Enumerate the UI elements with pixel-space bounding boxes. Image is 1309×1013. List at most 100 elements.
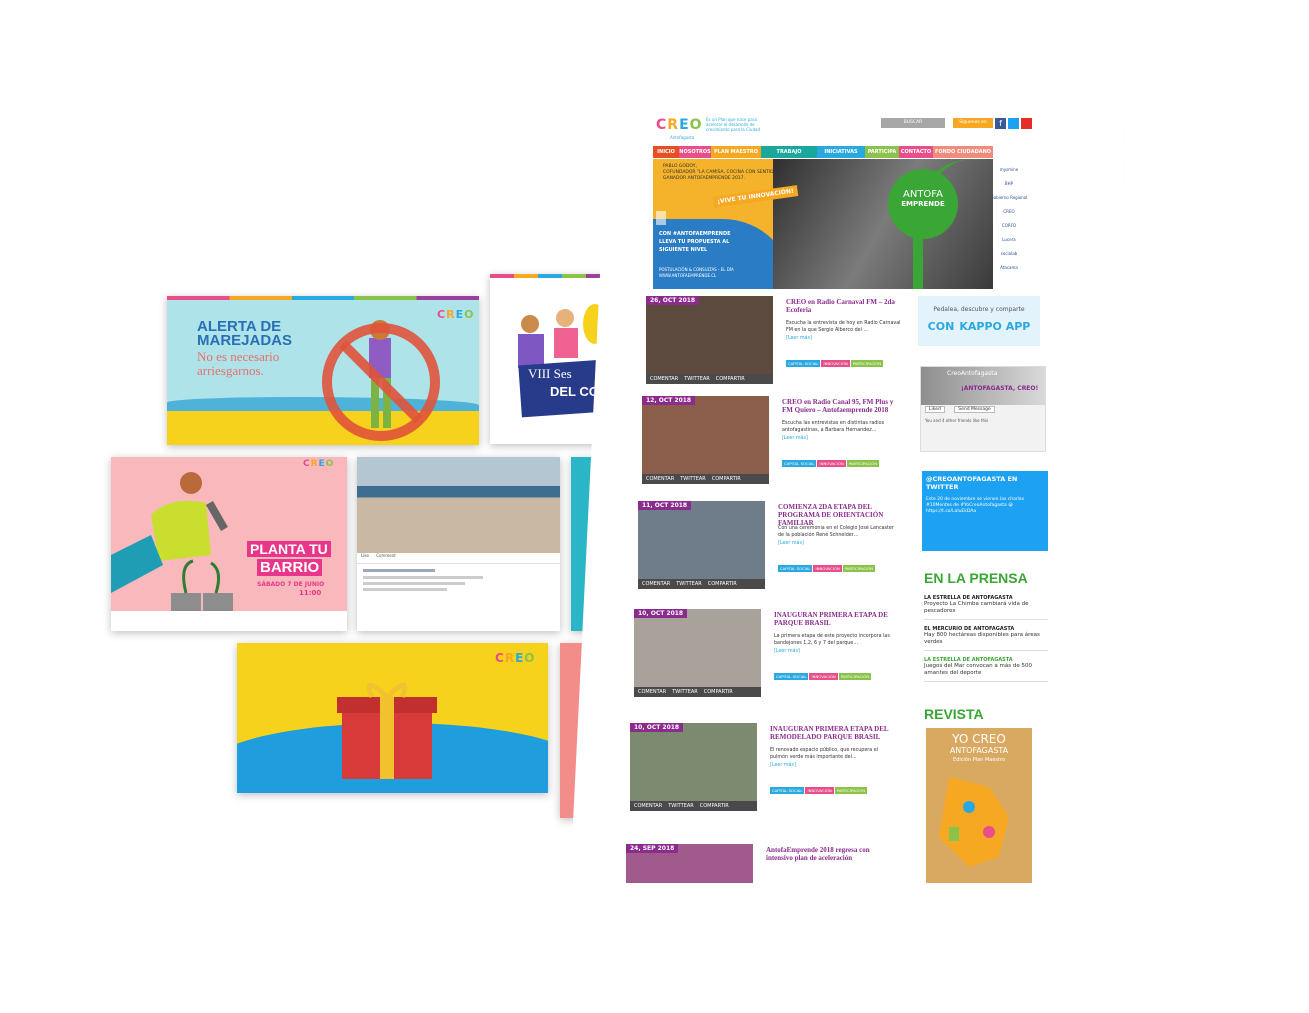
tag-badge[interactable]: INNOVACIÓN — [821, 360, 850, 367]
post-item[interactable]: 26, OCT 2018 CREO en Radio Carnaval FM – … — [646, 296, 916, 392]
tag-badge[interactable]: CAPITAL SOCIAL — [782, 460, 817, 467]
twitter-share-button[interactable]: TWITTEAR — [680, 476, 706, 482]
press-item[interactable]: LA ESTRELLA DE ANTOFAGASTA Juegos del Mar… — [924, 655, 1048, 682]
comment-button[interactable]: COMENTAR — [642, 581, 670, 587]
nav-item[interactable]: INICIO — [653, 146, 679, 158]
tag-badge[interactable]: CAPITAL SOCIAL — [774, 673, 809, 680]
post-item[interactable]: 10, OCT 2018 INAUGURAN PRIMERA ETAPA DEL … — [630, 723, 900, 819]
twitter-share-button[interactable]: TWITTEAR — [668, 803, 694, 809]
nav-item[interactable]: FONDO CIUDADANO — [933, 146, 993, 158]
sponsor-logo: CORFO — [1001, 223, 1017, 228]
post-photo[interactable] — [646, 296, 773, 374]
share-button[interactable]: COMPARTIR — [708, 581, 737, 587]
card-planta-barrio[interactable]: PLANTA TU BARRIO SÁBADO 7 DE JUNIO 11:00… — [111, 457, 347, 631]
tag-badge[interactable]: CAPITAL SOCIAL — [786, 360, 821, 367]
twitter-widget-tweet: Este 20 de noviembre se vienen las charl… — [926, 497, 1025, 514]
read-more-link[interactable]: [Leer más] — [786, 336, 812, 341]
read-more-link[interactable]: [Leer más] — [782, 436, 808, 441]
tag-badge[interactable]: PARTICIPACIÓN — [842, 565, 876, 572]
share-button[interactable]: COMPARTIR — [700, 803, 729, 809]
fb-send-button[interactable]: Send Message — [954, 406, 995, 413]
tag-badge[interactable]: INNOVACIÓN — [817, 460, 846, 467]
twitter-share-button[interactable]: TWITTEAR — [676, 581, 702, 587]
twitter-widget[interactable]: @CREOANTOFAGASTA EN TWITTER Este 20 de n… — [922, 471, 1048, 551]
card-facebook-photo[interactable]: Like Comment — [357, 457, 560, 631]
post-item[interactable]: 24, SEP 2018 AntofaEmprende 2018 regresa … — [626, 844, 896, 883]
site-tagline: Es un Plan que nace para acelerar el des… — [706, 117, 760, 132]
press-headline[interactable]: Hay 800 hectáreas disponibles para áreas… — [924, 632, 1048, 646]
share-button[interactable]: COMPARTIR — [712, 476, 741, 482]
tag-badge[interactable]: INNOVACIÓN — [805, 787, 834, 794]
card-sesion[interactable]: VIII Ses DEL CO — [490, 274, 610, 444]
read-more-link[interactable]: [Leer más] — [778, 541, 804, 546]
post-title[interactable]: INAUGURAN PRIMERA ETAPA DE PARQUE BRASIL — [774, 611, 896, 627]
hero-banner[interactable]: PABLO GODOY, COFUNDADOR "LA CAMISA, COCI… — [653, 159, 1035, 289]
nav-item[interactable]: CONTACTO — [899, 146, 933, 158]
facebook-icon[interactable]: f — [995, 118, 1006, 129]
tag-badge[interactable]: PARTICIPACIÓN — [838, 673, 872, 680]
post-tags: CAPITAL SOCIAL INNOVACIÓN PARTICIPACIÓN — [786, 350, 884, 369]
press-headline[interactable]: Juegos del Mar convocan a más de 500 ama… — [924, 663, 1048, 677]
post-title[interactable]: COMIENZA 2DA ETAPA DEL PROGRAMA DE ORIEN… — [778, 503, 900, 527]
twitter-widget-title: @CREOANTOFAGASTA EN TWITTER — [926, 475, 1018, 491]
main-nav: INICIONOSOTROSPLAN MAESTROTRABAJO CIUDAD… — [653, 146, 1036, 167]
twitter-share-button[interactable]: TWITTEAR — [672, 689, 698, 695]
nav-item[interactable]: NOSOTROS — [679, 146, 711, 158]
banner-line1: VIII Ses — [528, 366, 572, 381]
like-tab[interactable]: Like — [361, 553, 369, 558]
tag-badge[interactable]: CAPITAL SOCIAL — [778, 565, 813, 572]
post-photo[interactable] — [642, 396, 769, 474]
press-item[interactable]: EL MERCURIO DE ANTOFAGASTA Hay 800 hectár… — [924, 624, 1048, 651]
post-photo[interactable] — [638, 501, 765, 579]
post-item[interactable]: 10, OCT 2018 INAUGURAN PRIMERA ETAPA DE P… — [634, 609, 904, 705]
comment-button[interactable]: COMENTAR — [650, 376, 678, 382]
press-headline[interactable]: Proyecto La Chimba cambiará vida de pesc… — [924, 601, 1048, 615]
read-more-link[interactable]: [Leer más] — [774, 649, 800, 654]
post-title[interactable]: CREO en Radio Canal 95, FM Plus y FM Qui… — [782, 398, 904, 414]
comment-tab[interactable]: Comment — [376, 553, 396, 558]
site-logo[interactable]: CREO — [656, 117, 703, 133]
press-item[interactable]: LA ESTRELLA DE ANTOFAGASTA Proyecto La Ch… — [924, 593, 1048, 620]
fb-liked-button[interactable]: Liked — [925, 406, 945, 413]
tag-badge[interactable]: PARTICIPACIÓN — [834, 787, 868, 794]
post-title[interactable]: AntofaEmprende 2018 regresa con intensiv… — [766, 846, 888, 862]
post-date: 24, SEP 2018 — [626, 844, 679, 853]
comment-button[interactable]: COMENTAR — [634, 803, 662, 809]
kappo-banner[interactable]: Pedalea, descubre y comparte CON KAPPO A… — [918, 296, 1040, 346]
revista-cover[interactable]: YO CREO ANTOFAGASTA Edición Plan Maestro — [926, 728, 1032, 883]
post-date: 11, OCT 2018 — [638, 501, 692, 510]
nav-item[interactable]: PLAN MAESTRO — [711, 146, 761, 158]
tag-badge[interactable]: INNOVACIÓN — [809, 673, 838, 680]
share-button[interactable]: COMPARTIR — [716, 376, 745, 382]
color-stripe — [490, 274, 610, 278]
comment-button[interactable]: COMENTAR — [638, 689, 666, 695]
read-more-link[interactable]: [Leer más] — [770, 763, 796, 768]
youtube-icon[interactable] — [1021, 118, 1032, 129]
share-button[interactable]: COMPARTIR — [704, 689, 733, 695]
nav-item[interactable]: TRABAJO CIUDADANO — [761, 146, 817, 167]
creo-logo: CREO — [437, 308, 475, 321]
post-item[interactable]: 12, OCT 2018 CREO en Radio Canal 95, FM P… — [642, 396, 912, 492]
tag-badge[interactable]: PARTICIPACIÓN — [846, 460, 880, 467]
card-alerta-marejadas[interactable]: ALERTA DE MAREJADAS No es necesario arri… — [167, 296, 479, 445]
press-title: EN LA PRENSA — [924, 570, 1028, 586]
tag-badge[interactable]: PARTICIPACIÓN — [850, 360, 884, 367]
nav-item[interactable]: INICIATIVAS — [817, 146, 865, 158]
tag-badge[interactable]: CAPITAL SOCIAL — [770, 787, 805, 794]
twitter-icon[interactable] — [1008, 118, 1019, 129]
banner-line2: DEL CO — [550, 384, 599, 399]
facebook-widget[interactable]: CreoAntofagasta ¡ANTOFAGASTA, CREO! Like… — [920, 366, 1046, 452]
card-gift[interactable]: CREO — [237, 643, 548, 793]
post-title[interactable]: INAUGURAN PRIMERA ETAPA DEL REMODELADO P… — [770, 725, 892, 741]
post-photo[interactable] — [634, 609, 761, 687]
tag-badge[interactable]: INNOVACIÓN — [813, 565, 842, 572]
post-title[interactable]: CREO en Radio Carnaval FM – 2da Ecoferia — [786, 298, 908, 314]
cover-title-1: YO CREO — [952, 732, 1006, 746]
twitter-share-button[interactable]: TWITTEAR — [684, 376, 710, 382]
search-button[interactable]: BUSCAR — [881, 118, 945, 128]
post-item[interactable]: 11, OCT 2018 COMIENZA 2DA ETAPA DEL PROGR… — [638, 501, 908, 597]
nav-item[interactable]: PARTICIPA — [865, 146, 899, 158]
comment-button[interactable]: COMENTAR — [646, 476, 674, 482]
hero-prev-arrow[interactable] — [656, 211, 666, 225]
post-photo[interactable] — [630, 723, 757, 801]
